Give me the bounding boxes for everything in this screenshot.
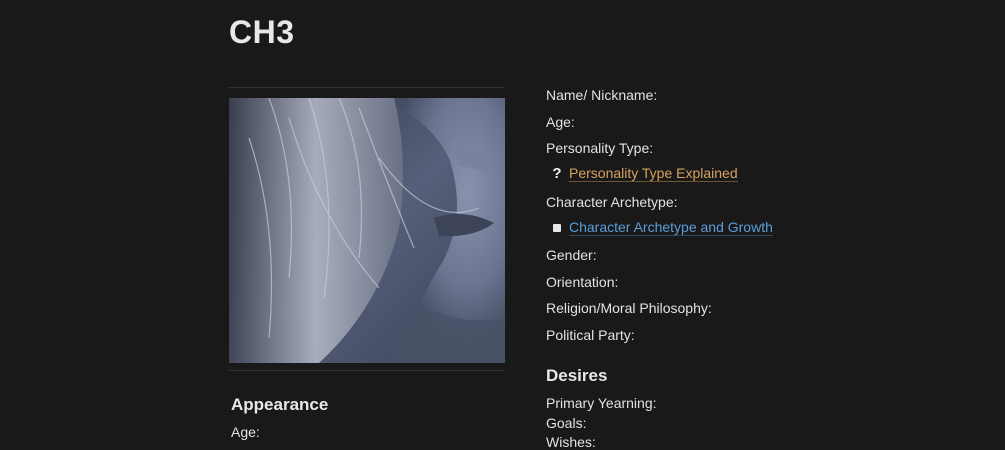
personality-type-link-label[interactable]: Personality Type Explained: [569, 165, 738, 182]
page-title: CH3: [229, 14, 295, 50]
character-archetype-link-label[interactable]: Character Archetype and Growth: [569, 219, 773, 236]
appearance-age-label: Age:: [231, 424, 260, 440]
wishes-label: Wishes:: [546, 434, 596, 450]
square-icon: [550, 223, 564, 232]
question-mark-icon: ?: [552, 165, 562, 182]
political-party-label: Political Party:: [546, 327, 635, 343]
orientation-label: Orientation:: [546, 274, 619, 290]
character-archetype-link[interactable]: Character Archetype and Growth: [550, 219, 773, 236]
character-archetype-label: Character Archetype:: [546, 194, 678, 210]
divider: [229, 370, 505, 371]
primary-yearning-label: Primary Yearning:: [546, 395, 657, 411]
goals-label: Goals:: [546, 415, 587, 431]
divider: [229, 87, 505, 88]
personality-type-link[interactable]: ? Personality Type Explained: [550, 165, 738, 182]
personality-type-label: Personality Type:: [546, 140, 654, 156]
gender-label: Gender:: [546, 247, 597, 263]
religion-label: Religion/Moral Philosophy:: [546, 300, 712, 316]
name-label: Name/ Nickname:: [546, 87, 658, 103]
appearance-heading: Appearance: [231, 395, 329, 414]
age-label: Age:: [546, 114, 575, 130]
character-portrait-image: [229, 98, 505, 363]
desires-heading: Desires: [546, 366, 608, 385]
